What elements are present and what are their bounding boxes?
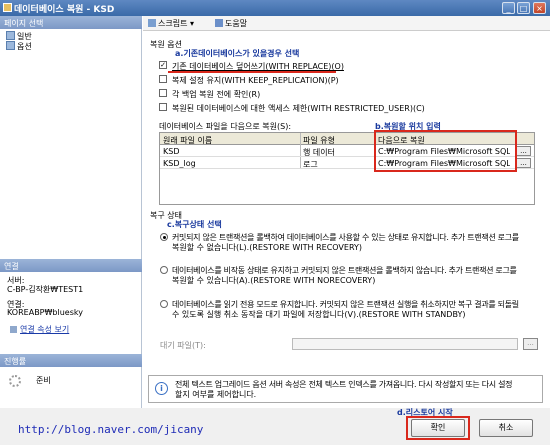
sidebar-item-options[interactable]: 옵션 (6, 41, 32, 52)
help-label: 도움말 (225, 19, 248, 28)
sidebar-item-label: 옵션 (17, 42, 32, 51)
restricted-user-checkbox[interactable] (159, 103, 167, 111)
standby-file-input[interactable] (292, 338, 518, 350)
server-value: C-BP-김작환₩TEST1 (7, 285, 84, 294)
connection-properties-link[interactable]: 연결 속성 보기 (10, 324, 69, 335)
progress-spinner-icon (9, 375, 21, 387)
path-highlight-box (374, 130, 517, 172)
script-label: 스크립트 (158, 19, 188, 28)
row-file-type: 로그 (303, 160, 318, 169)
overwrite-checkbox[interactable]: ✓ (159, 61, 167, 69)
browse-button[interactable]: ... (516, 146, 531, 156)
connection-header: 연결 (0, 259, 142, 272)
row-file-name: KSD_log (163, 159, 196, 168)
help-button[interactable]: 도움말 (215, 18, 247, 29)
overwrite-highlight-underline (168, 71, 336, 73)
chevron-down-icon: ▾ (190, 19, 195, 28)
browse-button[interactable]: ... (516, 158, 531, 168)
norecovery-radio[interactable] (160, 266, 168, 274)
annotation-a: a.기존데이터베이스가 있을경우 선택 (175, 49, 300, 58)
properties-icon (10, 326, 17, 333)
annotation-c: c.복구상태 선택 (167, 220, 222, 229)
standby-radio[interactable] (160, 300, 168, 308)
pages-header: 페이지 선택 (0, 16, 142, 29)
info-text-2: 할지 여부를 제어합니다. (175, 390, 257, 399)
progress-status: 준비 (36, 376, 51, 385)
help-icon (215, 19, 223, 27)
window-title: 데이터베이스 복원 - KSD (14, 5, 115, 15)
toolbar: 스크립트 ▾ 도움말 (143, 16, 550, 31)
keep-replication-checkbox[interactable] (159, 75, 167, 83)
page-icon (6, 41, 15, 50)
radio-dot (162, 235, 166, 239)
title-bar: 데이터베이스 복원 - KSD _ □ × (0, 0, 550, 16)
standby-text-2: 수 있도록 실행 취소 동작을 대기 파일에 저장합니다(V).(RESTORE… (172, 310, 466, 319)
files-label: 데이터베이스 파일을 다음으로 복원(S): (159, 122, 292, 131)
prompt-each-label: 각 백업 복원 전에 확인(R) (172, 90, 261, 99)
script-button[interactable]: 스크립트 ▾ (148, 18, 194, 29)
restricted-user-label: 복원된 데이터베이스에 대한 액세스 제한(WITH RESTRICTED_US… (172, 104, 425, 113)
standby-file-label: 대기 파일(T): (160, 341, 206, 350)
recovery-text-2: 복원할 수 없습니다(L).(RESTORE WITH RECOVERY) (172, 243, 363, 252)
close-button[interactable]: × (533, 2, 546, 14)
keep-replication-label: 복제 설정 유지(WITH KEEP_REPLICATION)(P) (172, 76, 339, 85)
page-icon (6, 31, 15, 40)
prompt-each-checkbox[interactable] (159, 89, 167, 97)
connection-properties-label: 연결 속성 보기 (20, 325, 70, 334)
sidebar: 페이지 선택 일반 옵션 연결 서버: C-BP-김작환₩TEST1 연결: K… (0, 16, 142, 445)
cancel-button[interactable]: 취소 (479, 419, 533, 437)
minimize-button[interactable]: _ (502, 2, 515, 14)
connection-value: KOREABP₩bluesky (7, 308, 83, 317)
progress-header: 진행률 (0, 354, 142, 367)
window-app-icon (3, 3, 12, 12)
script-icon (148, 19, 156, 27)
ok-highlight-box (406, 416, 470, 440)
norecovery-text-2: 복원할 수 있습니다(A).(RESTORE WITH NORECOVERY) (172, 276, 376, 285)
watermark-url: http://blog.naver.com/jicany (18, 423, 204, 436)
info-box: i 전체 텍스트 업그레이드 옵션 서버 속성은 전체 텍스트 인덱스를 가져옵… (148, 375, 543, 403)
standby-browse-button[interactable]: ... (523, 338, 538, 350)
info-icon: i (155, 382, 168, 395)
recovery-radio[interactable] (160, 233, 168, 241)
sidebar-item-label: 일반 (17, 32, 32, 41)
maximize-button[interactable]: □ (517, 2, 530, 14)
row-file-name: KSD (163, 147, 180, 156)
